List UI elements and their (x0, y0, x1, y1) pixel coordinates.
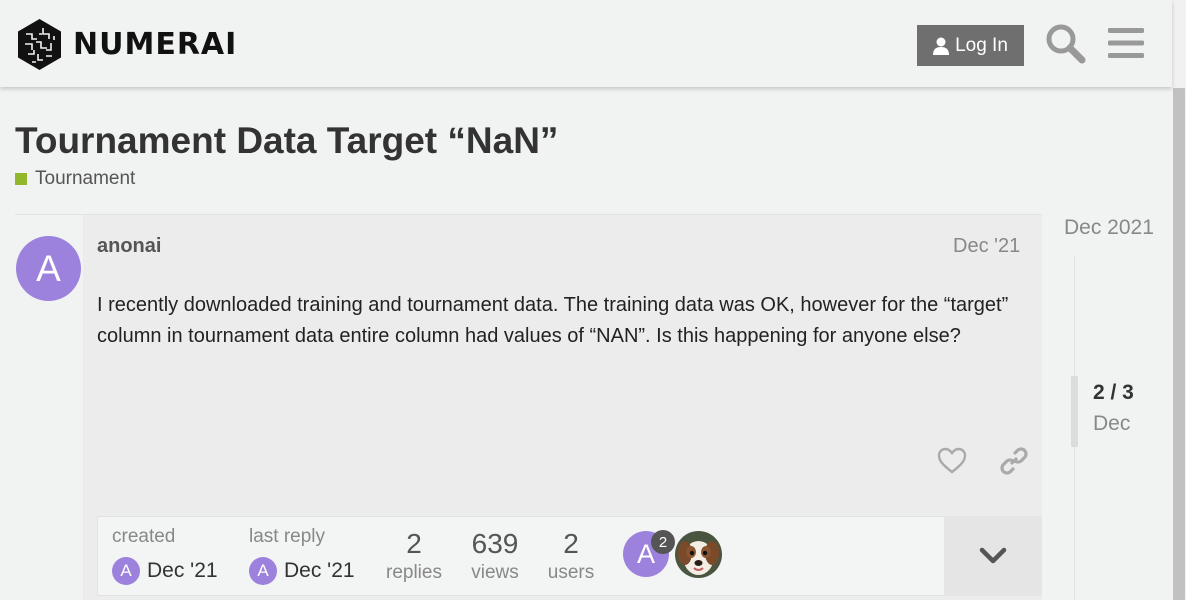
site-header: NUMERAI Log In (0, 0, 1172, 87)
created-info[interactable]: A Dec '21 (112, 557, 218, 585)
login-label: Log In (955, 34, 1008, 56)
participant-post-count-badge: 2 (651, 530, 675, 554)
hamburger-menu-icon[interactable] (1108, 25, 1144, 61)
link-icon[interactable] (999, 446, 1029, 476)
chevron-down-icon[interactable] (979, 543, 1007, 569)
timeline-start-date[interactable]: Dec 2021 (1064, 216, 1154, 240)
views-count: 639 (471, 528, 519, 559)
login-button[interactable]: Log In (917, 25, 1024, 66)
participant-avatar-photo[interactable] (675, 531, 722, 578)
created-label: created (112, 526, 176, 547)
avatar-letter: A (36, 247, 61, 289)
numerai-logo-icon (18, 19, 61, 70)
last-reply-avatar: A (249, 557, 277, 585)
users-label: users (547, 562, 595, 583)
last-reply-label: last reply (249, 526, 326, 547)
post-author-username[interactable]: anonai (97, 235, 161, 258)
dog-avatar-icon (675, 531, 722, 578)
heart-icon[interactable] (937, 446, 967, 476)
created-avatar: A (112, 557, 140, 585)
logo-text: NUMERAI (73, 27, 238, 62)
timeline-handle[interactable] (1071, 376, 1078, 447)
views-stat: 639 views (464, 528, 526, 584)
post-content: I recently downloaded training and tourn… (97, 294, 1009, 347)
users-stat: 2 users (540, 528, 602, 584)
user-icon (933, 37, 950, 55)
category-name: Tournament (35, 168, 136, 189)
topic-title[interactable]: Tournament Data Target “NaN” (15, 120, 558, 162)
scrollbar-thumb[interactable] (1173, 88, 1185, 600)
category-badge[interactable]: Tournament (15, 168, 135, 190)
replies-label: replies (386, 562, 442, 583)
timeline-position: 2 / 3 (1093, 381, 1134, 404)
category-color-swatch (15, 173, 27, 185)
created-date: Dec '21 (147, 559, 218, 582)
post-date[interactable]: Dec '21 (953, 235, 1020, 258)
search-icon[interactable] (1044, 22, 1086, 64)
replies-stat: 2 replies (383, 528, 445, 584)
site-logo[interactable]: NUMERAI (16, 18, 237, 71)
timeline-current-date: Dec (1093, 412, 1131, 435)
users-count: 2 (563, 528, 579, 559)
last-reply-date: Dec '21 (284, 559, 355, 582)
views-label: views (471, 562, 519, 583)
last-reply-info[interactable]: A Dec '21 (249, 557, 355, 585)
replies-count: 2 (406, 528, 422, 559)
post-author-avatar[interactable]: A (16, 236, 81, 301)
